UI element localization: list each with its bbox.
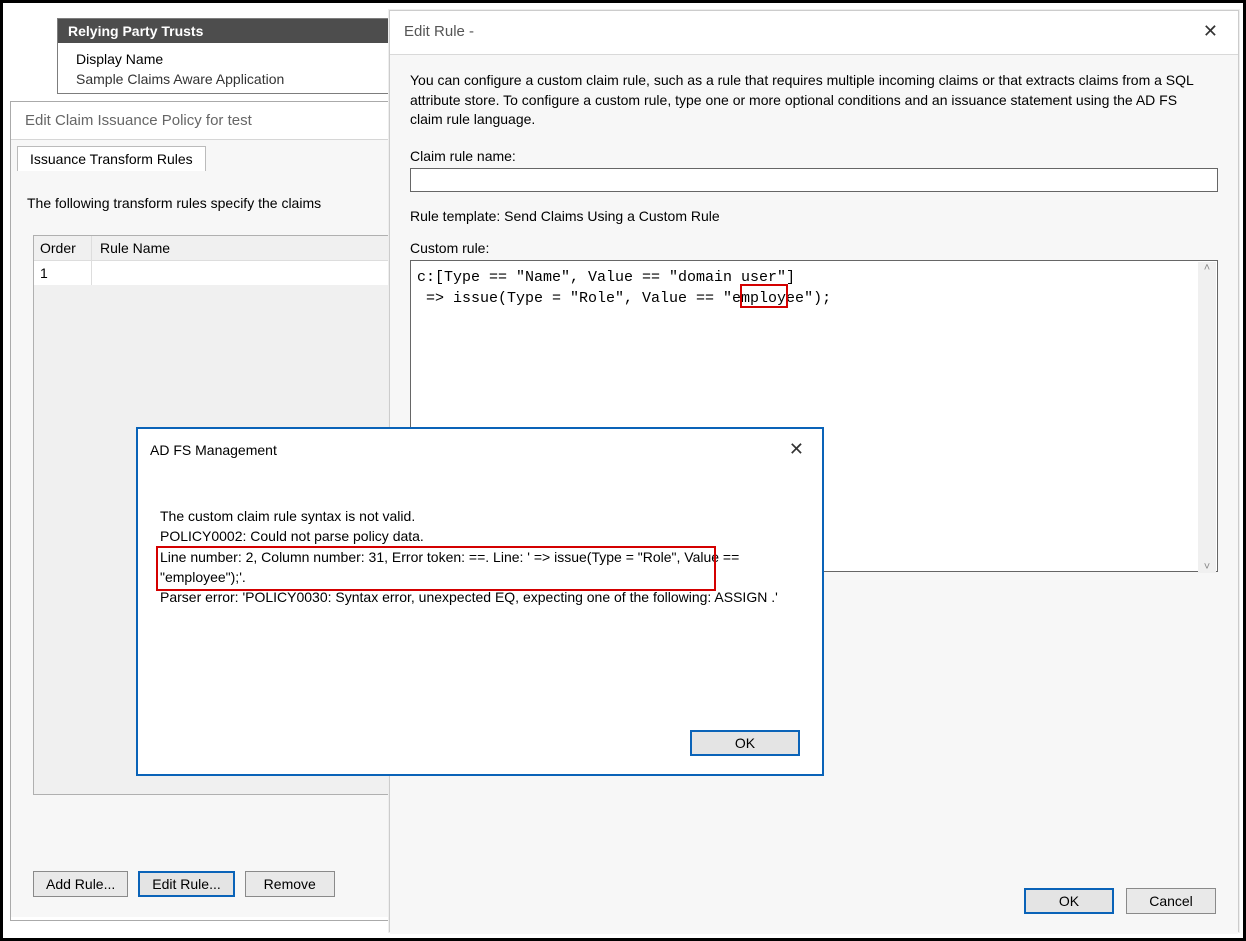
msgbox-titlebar: AD FS Management ✕ bbox=[138, 429, 822, 470]
close-icon[interactable]: ✕ bbox=[1197, 21, 1224, 42]
msgbox-body: The custom claim rule syntax is not vali… bbox=[138, 470, 822, 617]
msg-line-4: Parser error: 'POLICY0030: Syntax error,… bbox=[160, 587, 802, 607]
edit-rule-buttons: OK Cancel bbox=[1024, 888, 1216, 914]
scrollbar[interactable]: ˄ ˅ bbox=[1198, 262, 1216, 573]
rule-template-label: Rule template: Send Claims Using a Custo… bbox=[410, 208, 1218, 224]
ok-button[interactable]: OK bbox=[1024, 888, 1114, 914]
ok-button[interactable]: OK bbox=[690, 730, 800, 756]
msgbox-title: AD FS Management bbox=[150, 442, 277, 458]
edit-rule-desc: You can configure a custom claim rule, s… bbox=[410, 71, 1210, 130]
adfs-message-box: AD FS Management ✕ The custom claim rule… bbox=[136, 427, 824, 776]
col-order: Order bbox=[34, 236, 92, 260]
custom-rule-label: Custom rule: bbox=[410, 240, 1218, 256]
edit-rule-title: Edit Rule - bbox=[404, 23, 474, 40]
add-rule-button[interactable]: Add Rule... bbox=[33, 871, 128, 897]
msg-line-2: POLICY0002: Could not parse policy data. bbox=[160, 526, 802, 546]
ecip-buttons: Add Rule... Edit Rule... Remove bbox=[33, 871, 335, 897]
edit-rule-titlebar: Edit Rule - ✕ bbox=[390, 11, 1238, 54]
msg-line-3: Line number: 2, Column number: 31, Error… bbox=[160, 547, 802, 588]
msgbox-buttons: OK bbox=[690, 730, 800, 756]
scroll-down-icon[interactable]: ˅ bbox=[1198, 561, 1216, 573]
claim-rule-name-input[interactable] bbox=[410, 168, 1218, 192]
edit-rule-button[interactable]: Edit Rule... bbox=[138, 871, 234, 897]
cell-order: 1 bbox=[34, 261, 92, 285]
close-icon[interactable]: ✕ bbox=[783, 439, 810, 460]
scroll-up-icon[interactable]: ˄ bbox=[1198, 262, 1216, 274]
ecip-desc: The following transform rules specify th… bbox=[27, 195, 321, 211]
cancel-button[interactable]: Cancel bbox=[1126, 888, 1216, 914]
msg-line-1: The custom claim rule syntax is not vali… bbox=[160, 506, 802, 526]
claim-rule-name-label: Claim rule name: bbox=[410, 148, 1218, 164]
tab-issuance-transform-rules[interactable]: Issuance Transform Rules bbox=[17, 146, 206, 171]
remove-rule-button[interactable]: Remove bbox=[245, 871, 335, 897]
